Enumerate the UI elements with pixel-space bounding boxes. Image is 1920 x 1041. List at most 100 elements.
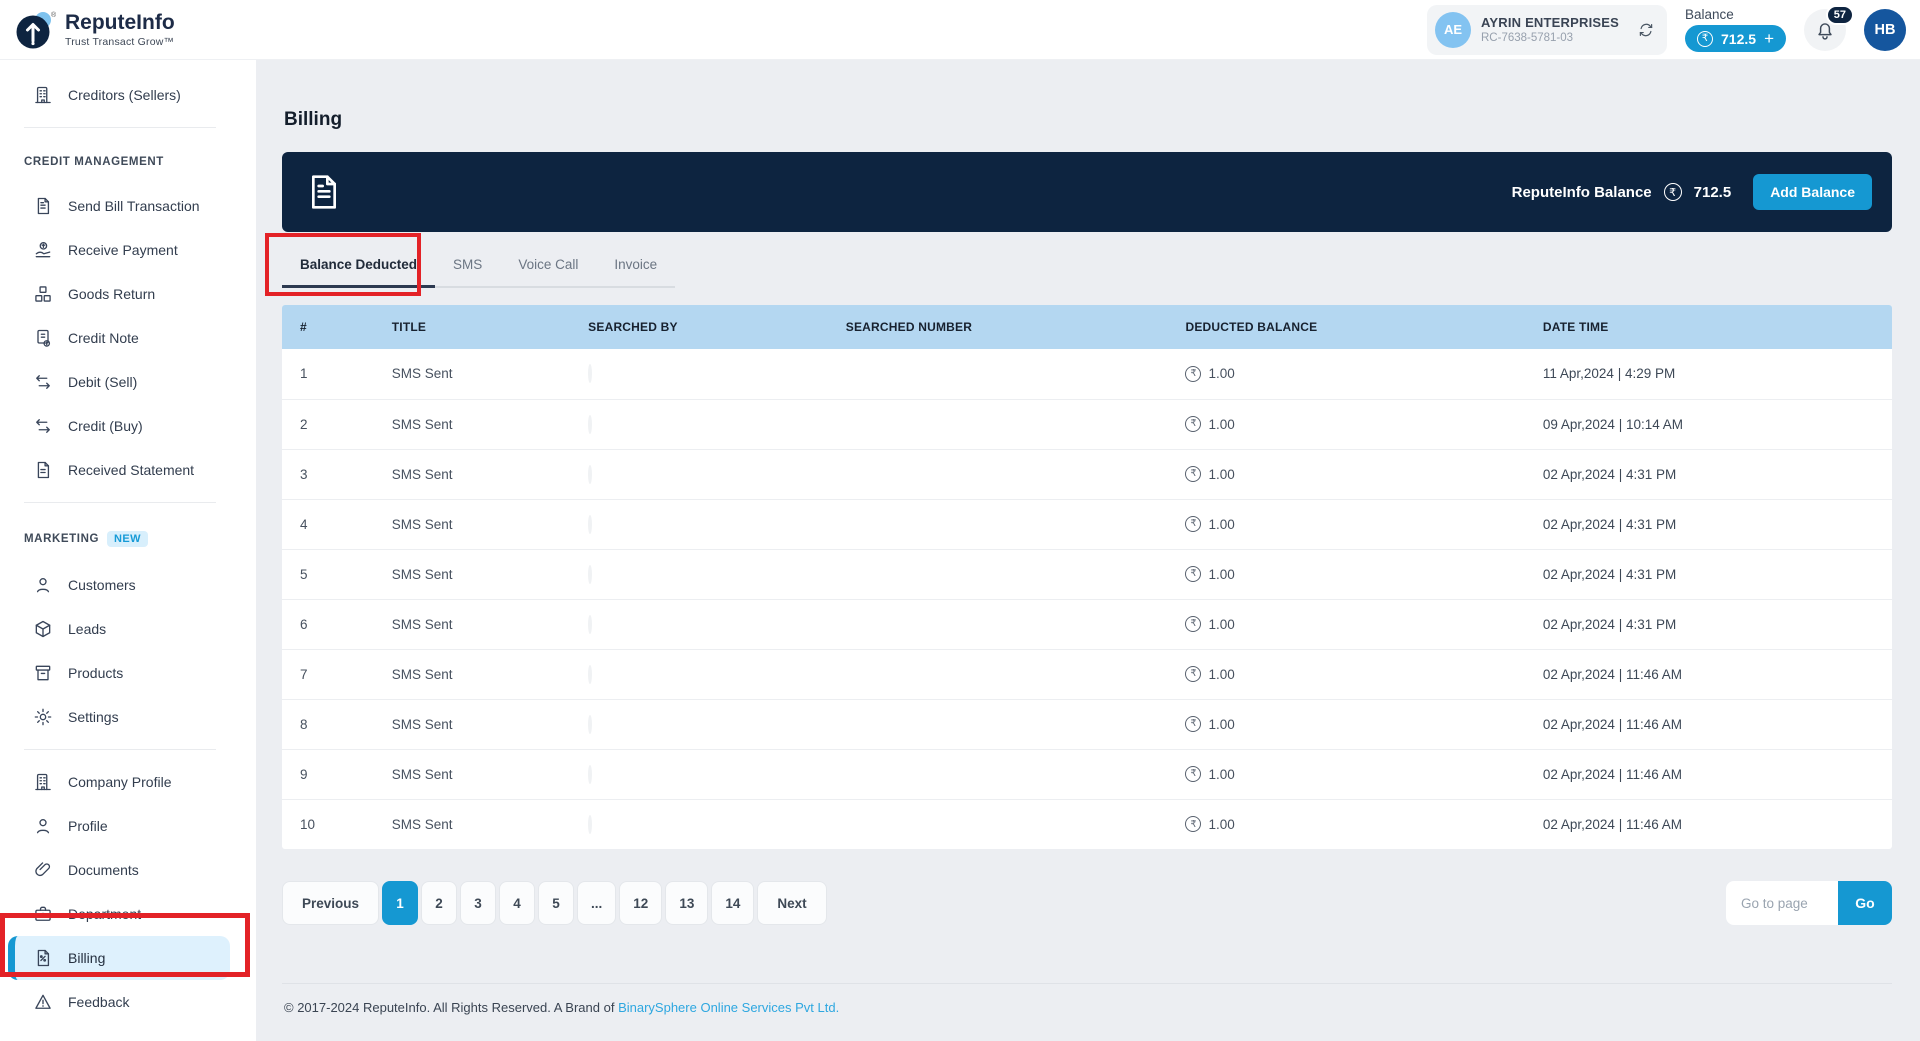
- sidebar-item-label: Billing: [68, 950, 106, 966]
- column-header: DATE TIME: [1524, 305, 1892, 349]
- archive-icon: [33, 663, 53, 683]
- page-button-4[interactable]: 4: [499, 881, 536, 925]
- cell-deducted-balance: ₹1.00: [1167, 598, 1525, 649]
- cell-deducted-balance: ₹1.00: [1167, 448, 1525, 499]
- cell-searched-by: [570, 448, 828, 499]
- sidebar-item-goods-return[interactable]: Goods Return: [0, 272, 230, 316]
- notification-count-badge: 57: [1825, 4, 1854, 25]
- add-balance-plus-icon[interactable]: +: [1764, 30, 1774, 47]
- brand-name: ReputeInfo: [65, 10, 175, 34]
- footer-brand-link[interactable]: BinarySphere Online Services Pvt Ltd.: [618, 1000, 839, 1015]
- sidebar-item-receive-payment[interactable]: Receive Payment: [0, 228, 230, 272]
- page-button-14[interactable]: 14: [711, 881, 755, 925]
- sidebar-item-products[interactable]: Products: [0, 651, 230, 695]
- billing-table-card: # TITLE SEARCHED BY SEARCHED NUMBER DEDUCTED…: [282, 305, 1892, 849]
- cell-deducted-balance: ₹1.00: [1167, 548, 1525, 599]
- rupee-icon: ₹: [1697, 30, 1714, 47]
- sidebar-item-leads[interactable]: Leads: [0, 607, 230, 651]
- balance-pill-button[interactable]: ₹ 712.5 +: [1685, 25, 1786, 52]
- goto-page-input[interactable]: [1726, 881, 1838, 925]
- table-row: 9 SMS Sent ₹1.00 02 Apr,2024 | 11:46 AM: [282, 748, 1892, 799]
- sidebar-divider: [24, 749, 216, 750]
- cell-searched-by: [570, 398, 828, 449]
- user-avatar[interactable]: HB: [1864, 8, 1906, 51]
- rupee-icon: ₹: [1185, 766, 1202, 782]
- app-logo[interactable]: ® ReputeInfo Trust Transact Grow™: [14, 9, 175, 51]
- sidebar-item-profile[interactable]: Profile: [0, 804, 230, 848]
- sidebar-item-creditors-sellers[interactable]: Creditors (Sellers): [0, 73, 230, 117]
- go-button[interactable]: Go: [1838, 881, 1892, 925]
- cell-searched-by: [570, 648, 828, 699]
- column-header: SEARCHED NUMBER: [827, 305, 1168, 349]
- cell-title: SMS Sent: [391, 366, 453, 382]
- page-button-12[interactable]: 12: [619, 881, 663, 925]
- refresh-icon[interactable]: [1637, 21, 1655, 39]
- sidebar-item-debit-sell[interactable]: Debit (Sell): [0, 360, 230, 404]
- cell-deducted-balance: ₹1.00: [1167, 349, 1524, 399]
- svg-text:®: ®: [51, 11, 56, 19]
- company-selector[interactable]: AE AYRIN ENTERPRISES RC-7638-5781-03: [1427, 4, 1668, 55]
- sidebar-item-label: Company Profile: [68, 774, 172, 790]
- page-button-13[interactable]: 13: [665, 881, 709, 925]
- tab-sms[interactable]: SMS: [435, 244, 500, 286]
- new-badge: NEW: [107, 531, 148, 547]
- sidebar-item-credit-buy[interactable]: Credit (Buy): [0, 404, 230, 448]
- cell-searched-number: [828, 349, 1168, 399]
- sidebar-item-label: Documents: [68, 862, 139, 878]
- add-balance-button[interactable]: Add Balance: [1753, 174, 1872, 210]
- building-icon: [33, 85, 53, 105]
- footer: © 2017-2024 ReputeInfo. All Rights Reser…: [282, 983, 1892, 1015]
- sidebar-item-label: Receive Payment: [68, 242, 178, 258]
- cell-number: 4: [282, 498, 374, 549]
- pagination-ellipsis[interactable]: ...: [577, 881, 617, 925]
- page-button-1[interactable]: 1: [382, 881, 419, 925]
- tab-balance-deducted[interactable]: Balance Deducted: [282, 244, 436, 288]
- page-button-5[interactable]: 5: [538, 881, 575, 925]
- sidebar-item-documents[interactable]: Documents: [0, 848, 230, 892]
- cell-number: 1: [300, 366, 308, 382]
- cell-date-time: 02 Apr,2024 | 4:31 PM: [1524, 448, 1892, 499]
- billing-tabs: Balance Deducted SMS Voice Call Invoice: [282, 244, 676, 288]
- sidebar-item-department[interactable]: Department: [0, 892, 230, 936]
- sidebar-item-send-bill-transaction[interactable]: Send Bill Transaction: [0, 184, 230, 228]
- cell-searched-by: [570, 798, 828, 849]
- banner-balance-value: 712.5: [1693, 183, 1732, 201]
- cell-date-time: 02 Apr,2024 | 11:46 AM: [1524, 748, 1892, 799]
- sidebar-item-label: Creditors (Sellers): [68, 87, 181, 103]
- cell-number: 8: [282, 698, 374, 749]
- sidebar-divider: [24, 127, 216, 128]
- cell-date-time: 02 Apr,2024 | 11:46 AM: [1524, 648, 1892, 699]
- company-code: RC-7638-5781-03: [1481, 32, 1574, 44]
- table-row: 1 SMS Sent ₹1.00 11 Apr,2024 | 4:29 PM: [282, 349, 1892, 399]
- sidebar-item-company-profile[interactable]: Company Profile: [0, 760, 230, 804]
- rupee-icon: ₹: [1185, 666, 1202, 682]
- cell-searched-by: [570, 498, 828, 549]
- tab-voice-call[interactable]: Voice Call: [500, 244, 596, 286]
- sidebar-item-customers[interactable]: Customers: [0, 563, 230, 607]
- table-row: 6 SMS Sent ₹1.00 02 Apr,2024 | 4:31 PM: [282, 598, 1892, 649]
- tab-invoice[interactable]: Invoice: [596, 244, 675, 286]
- cell-title: SMS Sent: [373, 748, 571, 799]
- sidebar-item-label: Customers: [68, 577, 136, 593]
- cell-title: SMS Sent: [373, 548, 571, 599]
- sidebar-item-received-statement[interactable]: Received Statement: [0, 448, 230, 492]
- table-row: 7 SMS Sent ₹1.00 02 Apr,2024 | 11:46 AM: [282, 648, 1892, 699]
- next-page-button[interactable]: Next: [757, 881, 827, 925]
- banner-balance-label: ReputeInfo Balance: [1511, 183, 1652, 201]
- sidebar-item-feedback[interactable]: Feedback: [0, 980, 230, 1024]
- receive-payment-icon: [33, 240, 53, 260]
- cell-deducted-balance: ₹1.00: [1167, 698, 1525, 749]
- page-button-2[interactable]: 2: [421, 881, 458, 925]
- sidebar-item-billing[interactable]: Billing: [8, 936, 230, 980]
- sidebar-item-settings[interactable]: Settings: [0, 695, 230, 739]
- cell-date-time: 02 Apr,2024 | 4:31 PM: [1524, 498, 1892, 549]
- cell-date-time: 02 Apr,2024 | 4:31 PM: [1524, 598, 1892, 649]
- sidebar-item-credit-note[interactable]: Credit Note: [0, 316, 230, 360]
- page-button-3[interactable]: 3: [460, 881, 497, 925]
- notifications-button[interactable]: 57: [1804, 4, 1854, 51]
- previous-page-button[interactable]: Previous: [282, 881, 380, 925]
- company-avatar: AE: [1435, 11, 1471, 48]
- cell-date-time: 11 Apr,2024 | 4:29 PM: [1542, 366, 1676, 382]
- cell-deducted-balance: ₹1.00: [1167, 498, 1525, 549]
- cell-date-time: 02 Apr,2024 | 11:46 AM: [1524, 698, 1892, 749]
